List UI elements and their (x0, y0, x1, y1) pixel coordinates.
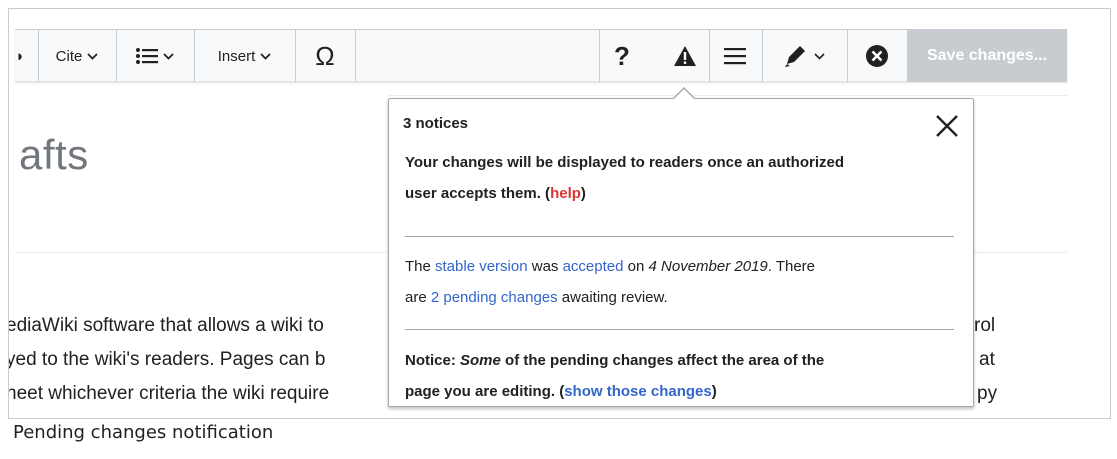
page-title: afts (19, 131, 89, 178)
notice-approval-line1: Your changes will be displayed to reader… (405, 154, 844, 171)
warning-icon (674, 46, 696, 66)
accepted-date: 4 November 2019 (648, 258, 768, 275)
chevron-down-icon (814, 52, 825, 60)
show-changes-link[interactable]: show those changes (564, 383, 712, 400)
body-text-fragment: at (979, 349, 995, 370)
body-text-line: ediaWiki software that allows a wiki to (9, 315, 324, 336)
body-text-fragment: rol (974, 315, 996, 336)
notice-area-line1: Notice: Some of the pending changes affe… (405, 352, 825, 369)
cite-label: Cite (55, 47, 83, 65)
body-text-line: neet whichever criteria the wiki require (9, 383, 330, 404)
notice-stable-line2: are 2 pending changes awaiting review. (405, 289, 668, 306)
body-text-fragment: py (977, 383, 998, 404)
editor-toolbar: ◗ Cite Insert Ω ? Save changes... (13, 29, 1067, 82)
pencil-icon (785, 46, 805, 67)
hamburger-menu-icon (724, 48, 746, 65)
page-options-button[interactable] (710, 30, 760, 82)
notice-area-affected: Notice: Some of the pending changes affe… (405, 345, 824, 407)
help-button[interactable]: ? (600, 30, 644, 82)
save-changes-button[interactable]: Save changes... (907, 30, 1067, 82)
cancel-circle-icon (866, 45, 888, 67)
accepted-link[interactable]: accepted (563, 258, 624, 275)
notice-approval-line2: user accepts them. (help) (405, 185, 586, 202)
notices-popup: 3 notices Your changes will be displayed… (388, 87, 974, 407)
editing-mode-button[interactable] (763, 30, 845, 82)
editor-screenshot: ◗ Cite Insert Ω ? Save changes... afts e… (9, 9, 1110, 418)
bulleted-list-icon (136, 48, 158, 64)
figure-caption: Pending changes notification (13, 422, 274, 443)
pending-changes-link[interactable]: 2 pending changes (431, 289, 558, 306)
cancel-edit-button[interactable] (848, 30, 906, 82)
notice-area-line2: page you are editing. (show those change… (405, 383, 717, 400)
toolbar-divider (355, 30, 356, 82)
notice-stable-version: The stable version was accepted on 4 Nov… (405, 251, 815, 313)
chevron-down-icon (87, 52, 98, 60)
special-character-button[interactable]: Ω (296, 30, 354, 82)
close-icon[interactable] (934, 113, 960, 139)
body-text-line: yed to the wiki's readers. Pages can b (9, 349, 326, 370)
truncated-tool-icon[interactable]: ◗ (13, 30, 27, 82)
notice-divider (405, 329, 954, 330)
screenshot-frame: ◗ Cite Insert Ω ? Save changes... afts e… (8, 8, 1111, 419)
list-menu-button[interactable] (117, 30, 193, 82)
chevron-down-icon (163, 52, 174, 60)
notices-button[interactable] (663, 30, 707, 82)
notice-divider (405, 236, 954, 237)
help-link[interactable]: help (550, 185, 581, 202)
popup-arrow-fill (673, 89, 695, 100)
insert-label: Insert (217, 47, 256, 65)
content-divider (389, 95, 1067, 96)
stable-version-link[interactable]: stable version (435, 258, 528, 275)
omega-icon: Ω (315, 40, 335, 71)
cite-menu-button[interactable]: Cite (39, 30, 115, 82)
notice-stable-line1: The stable version was accepted on 4 Nov… (405, 258, 816, 275)
help-icon: ? (614, 40, 630, 71)
notice-approval: Your changes will be displayed to reader… (405, 147, 844, 209)
insert-menu-button[interactable]: Insert (195, 30, 294, 82)
chevron-down-icon (260, 52, 271, 60)
popup-title: 3 notices (403, 115, 469, 132)
